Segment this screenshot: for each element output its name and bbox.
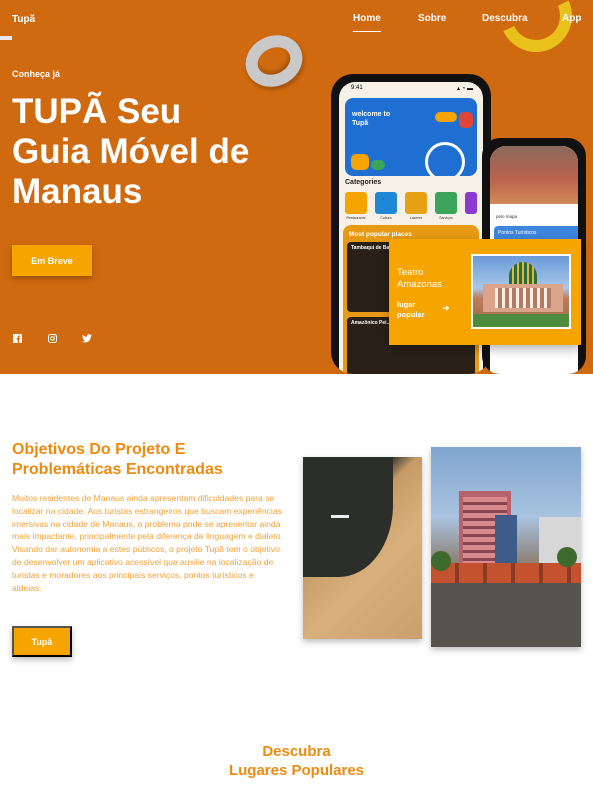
teatro-amazonas-image xyxy=(471,254,571,329)
hero-title-line2: Guia Móvel xyxy=(12,132,209,171)
category-more-icon[interactable] xyxy=(465,192,477,214)
category-label: Restaurante xyxy=(346,216,366,220)
nav-sobre[interactable]: Sobre xyxy=(418,13,446,24)
tupa-button[interactable]: Tupã xyxy=(12,626,72,657)
ground-shape xyxy=(431,583,581,647)
category-cultura-icon[interactable] xyxy=(375,192,397,214)
objetivos-body: Muitos residentes de Manaus ainda aprese… xyxy=(12,493,283,593)
hero-title-line2-bold: de xyxy=(208,132,250,171)
objetivos-title: Objetivos Do Projeto E Problemáticas Enc… xyxy=(12,441,223,478)
teatro-subtitle: lugar popular xyxy=(397,300,425,319)
torus-decoration xyxy=(237,26,311,96)
tree-shape xyxy=(557,547,577,567)
columns-shape xyxy=(495,288,551,308)
boat-shape xyxy=(331,515,349,518)
em-breve-button[interactable]: Em Breve xyxy=(12,245,92,276)
tourist-points-title: Pontos Turísticos xyxy=(498,230,537,236)
facebook-icon[interactable] xyxy=(12,333,22,343)
main-nav: Home Sobre Descubra App xyxy=(0,13,593,33)
banner-pill xyxy=(351,154,369,170)
teatro-photo xyxy=(490,146,578,204)
hero-title-line1: TUPÃ Seu xyxy=(12,92,182,131)
category-servicos-icon[interactable] xyxy=(435,192,457,214)
compass-icon xyxy=(425,142,465,176)
categories-title: Categories xyxy=(345,179,382,186)
arrow-right-icon[interactable]: ➜ xyxy=(442,303,450,314)
descubra-line2: Lugares Populares xyxy=(228,762,365,779)
category-restaurante-icon[interactable] xyxy=(345,192,367,214)
category-label: Cultura xyxy=(380,216,392,220)
dome-shape xyxy=(509,262,537,284)
welcome-banner: welcome to Tupã xyxy=(345,98,477,176)
category-label: Lazeres xyxy=(409,216,423,220)
map-label: pelo mapa xyxy=(496,214,518,219)
teatro-title: Teatro Amazonas xyxy=(397,267,442,290)
city-square-image xyxy=(431,447,581,647)
nav-home[interactable]: Home xyxy=(353,13,381,32)
hero-title-line3: Manaus xyxy=(12,172,143,211)
nav-app[interactable]: App xyxy=(562,13,581,24)
mural-shape xyxy=(495,515,517,563)
teatro-amazonas-card[interactable]: Teatro Amazonas lugar popular ➜ xyxy=(389,239,581,345)
instagram-icon[interactable] xyxy=(47,333,57,343)
place-name: Amazônico Pei... xyxy=(351,320,391,326)
category-label: Serviços xyxy=(439,216,453,220)
tree-shape xyxy=(431,551,451,571)
descubra-line1: Descubra xyxy=(262,743,331,760)
nav-descubra[interactable]: Descubra xyxy=(482,13,528,24)
popular-title: Most popular places xyxy=(349,231,412,238)
river-meeting-image xyxy=(303,457,422,639)
market-tents-shape xyxy=(431,563,581,583)
welcome-text: welcome to Tupã xyxy=(352,111,391,127)
twitter-icon[interactable] xyxy=(82,333,92,343)
place-name: Tambaqui de Ba... xyxy=(351,245,394,251)
hero-section: Tupã Home Sobre Descubra App Conheça já … xyxy=(0,0,593,374)
decorative-stripe xyxy=(0,36,12,40)
banner-pill xyxy=(459,112,473,128)
descubra-title: Descubra Lugares Populares xyxy=(0,742,593,780)
hero-title: TUPÃ Seu Guia Móvel de Manaus xyxy=(12,92,302,212)
category-lazeres-icon[interactable] xyxy=(405,192,427,214)
status-bar: 9:41 ▴ ◔ ▬ xyxy=(351,85,473,92)
grass-shape xyxy=(473,314,569,327)
banner-pill xyxy=(371,160,385,170)
hero-eyebrow: Conheça já xyxy=(12,69,61,79)
banner-pill xyxy=(435,112,457,122)
